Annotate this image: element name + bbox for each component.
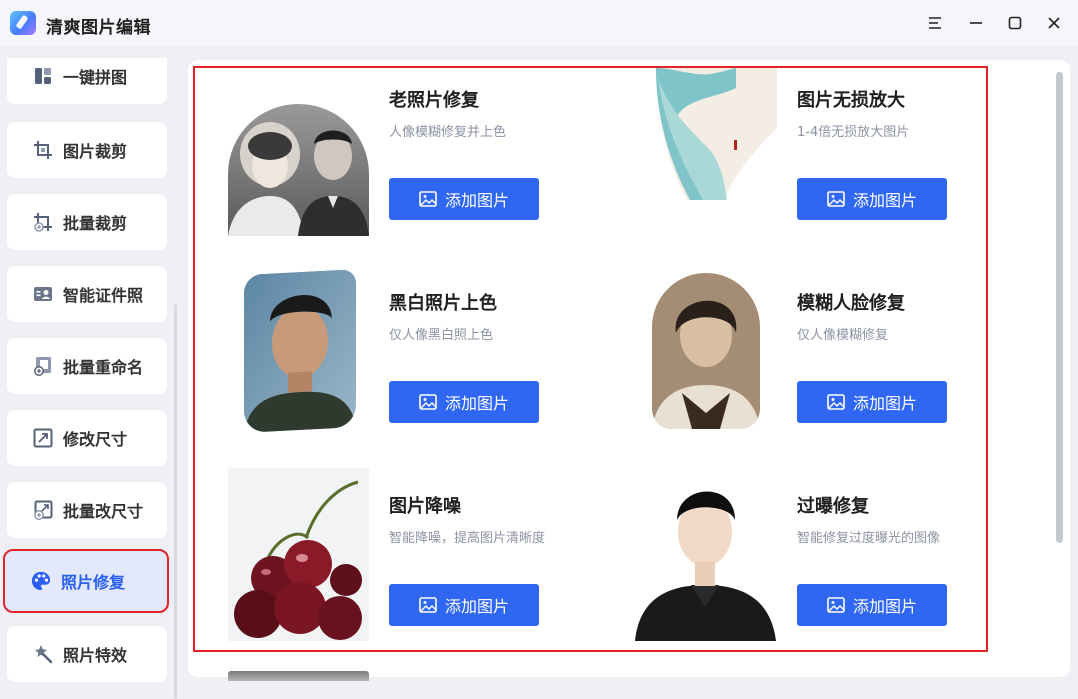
app-title: 清爽图片编辑: [46, 18, 151, 38]
sidebar-item-resize[interactable]: 修改尺寸: [7, 410, 167, 466]
palette-icon: [31, 571, 51, 591]
sidebar-item-photo-repair[interactable]: 照片修复: [3, 549, 169, 613]
old-photo-thumbnail: [228, 104, 369, 236]
image-icon: [827, 597, 845, 613]
sidebar-item-label: 图片裁剪: [63, 142, 128, 161]
add-image-button[interactable]: 添加图片: [389, 381, 539, 423]
batch-crop-icon: [33, 212, 53, 232]
card-description: 智能降噪，提高图片清晰度: [389, 531, 546, 546]
sidebar-item-label: 批量重命名: [63, 358, 144, 377]
add-image-button[interactable]: 添加图片: [797, 381, 947, 423]
add-image-label: 添加图片: [444, 394, 509, 413]
card-description: 智能修复过度曝光的图像: [797, 531, 941, 546]
card-description: 仅人像模糊修复: [797, 328, 889, 343]
magic-wand-icon: [33, 644, 53, 664]
sidebar-item-batch-crop[interactable]: 批量裁剪: [7, 194, 167, 250]
app-logo-icon: [10, 11, 36, 35]
image-icon: [419, 394, 437, 410]
sidebar-item-label: 智能证件照: [63, 286, 144, 305]
add-image-label: 添加图片: [444, 191, 509, 210]
id-photo-icon: [33, 284, 53, 304]
add-image-label: 添加图片: [852, 394, 917, 413]
sidebar-item-label: 一键拼图: [63, 68, 128, 87]
main-scrollbar[interactable]: [1056, 72, 1063, 543]
sidebar-item-batch-resize[interactable]: 批量改尺寸: [7, 482, 167, 538]
image-icon: [419, 191, 437, 207]
sidebar: 一键拼图 图片裁剪 批量裁剪 智能证件照 批量重命名 修改尺寸 批量改尺寸 照片…: [0, 58, 178, 699]
face-repair-thumbnail: [652, 273, 760, 429]
sidebar-item-label: 修改尺寸: [63, 430, 128, 449]
add-image-button[interactable]: 添加图片: [797, 178, 947, 220]
card-title: 图片降噪: [389, 496, 461, 517]
next-card-thumbnail: [228, 671, 369, 681]
card-description: 1-4倍无损放大图片: [797, 125, 910, 140]
crop-icon: [33, 140, 53, 160]
add-image-button[interactable]: 添加图片: [797, 584, 947, 626]
minimize-icon[interactable]: [963, 10, 989, 36]
card-title: 黑白照片上色: [389, 293, 497, 314]
add-image-button[interactable]: 添加图片: [389, 584, 539, 626]
add-image-label: 添加图片: [852, 597, 917, 616]
close-icon[interactable]: [1041, 10, 1067, 36]
image-icon: [827, 394, 845, 410]
sidebar-item-collage[interactable]: 一键拼图: [7, 58, 167, 104]
image-icon: [827, 191, 845, 207]
card-title: 过曝修复: [797, 496, 869, 517]
collage-icon: [33, 66, 53, 86]
colorize-thumbnail: [244, 269, 356, 433]
overexposure-thumbnail: [635, 474, 776, 641]
batch-resize-icon: [33, 500, 53, 520]
sidebar-item-crop[interactable]: 图片裁剪: [7, 122, 167, 178]
add-image-button[interactable]: 添加图片: [389, 178, 539, 220]
card-description: 人像模糊修复并上色: [389, 125, 507, 140]
sidebar-item-label: 照片修复: [61, 573, 126, 592]
card-title: 图片无损放大: [797, 90, 905, 111]
sidebar-item-id-photo[interactable]: 智能证件照: [7, 266, 167, 322]
denoise-thumbnail: [228, 468, 369, 641]
add-image-label: 添加图片: [444, 597, 509, 616]
sidebar-item-label: 批量裁剪: [63, 214, 128, 233]
resize-icon: [33, 428, 53, 448]
card-title: 老照片修复: [389, 90, 479, 111]
sidebar-item-label: 照片特效: [63, 646, 128, 665]
sidebar-item-photo-effects[interactable]: 照片特效: [7, 626, 167, 682]
menu-icon[interactable]: [922, 10, 948, 36]
batch-rename-icon: [33, 356, 53, 376]
card-description: 仅人像黑白照上色: [389, 328, 494, 343]
maximize-icon[interactable]: [1002, 10, 1028, 36]
sidebar-scrollbar[interactable]: [174, 304, 177, 699]
sidebar-item-batch-rename[interactable]: 批量重命名: [7, 338, 167, 394]
title-bar: 清爽图片编辑: [0, 0, 1078, 46]
add-image-label: 添加图片: [852, 191, 917, 210]
image-icon: [419, 597, 437, 613]
upscale-thumbnail: [636, 68, 777, 200]
sidebar-item-label: 批量改尺寸: [63, 502, 144, 521]
card-title: 模糊人脸修复: [797, 293, 905, 314]
